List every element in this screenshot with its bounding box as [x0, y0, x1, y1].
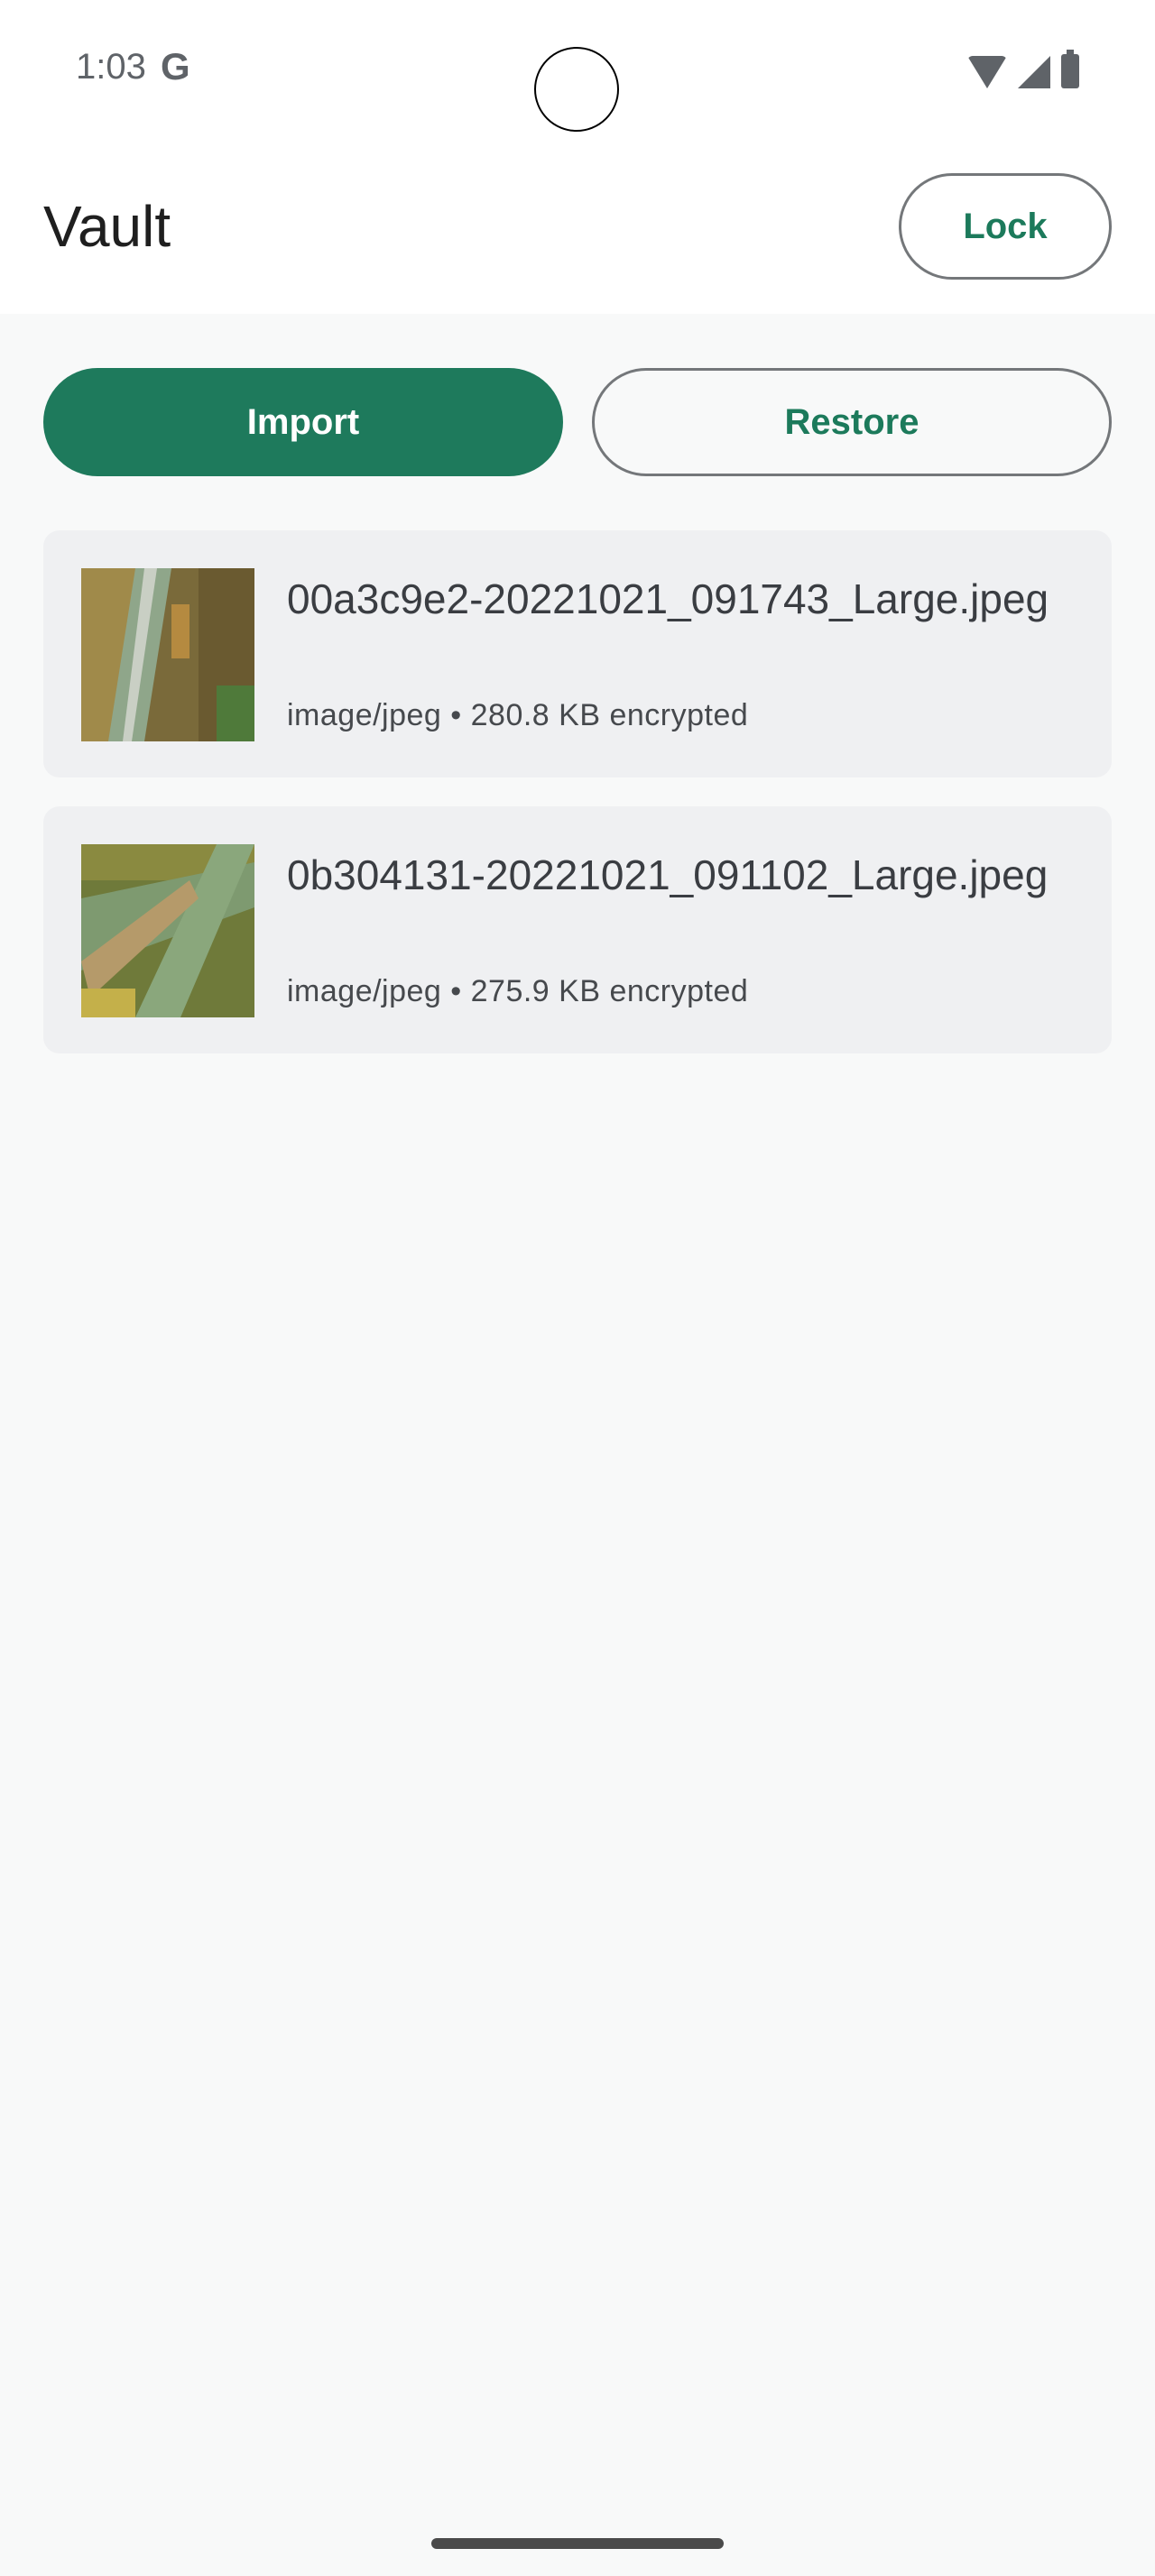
google-icon: G	[161, 45, 190, 87]
gesture-nav-handle[interactable]	[431, 2538, 724, 2549]
file-name: 00a3c9e2-20221021_091743_Large.jpeg	[287, 575, 1049, 622]
import-button[interactable]: Import	[43, 368, 563, 476]
vault-content: Import Restore 00a3c9e2-20221021_091743_…	[0, 314, 1155, 2576]
file-name: 0b304131-20221021_091102_Large.jpeg	[287, 851, 1049, 898]
file-thumbnail	[81, 568, 254, 741]
file-card[interactable]: 0b304131-20221021_091102_Large.jpeg imag…	[43, 806, 1112, 1053]
status-icons	[967, 50, 1079, 88]
signal-icon	[1018, 56, 1050, 88]
wifi-icon	[967, 56, 1007, 88]
file-meta: image/jpeg • 280.8 KB encrypted	[287, 698, 749, 732]
battery-icon	[1061, 50, 1079, 88]
status-bar: 1:03 G	[0, 0, 1155, 144]
restore-button[interactable]: Restore	[592, 368, 1112, 476]
lock-button[interactable]: Lock	[899, 173, 1112, 280]
page-title: Vault	[43, 194, 171, 259]
status-time: 1:03	[76, 47, 146, 87]
file-thumbnail	[81, 844, 254, 1017]
file-meta: image/jpeg • 275.9 KB encrypted	[287, 974, 749, 1008]
app-bar: Vault Lock	[0, 144, 1155, 314]
file-card[interactable]: 00a3c9e2-20221021_091743_Large.jpeg imag…	[43, 530, 1112, 777]
camera-cutout	[534, 47, 619, 132]
